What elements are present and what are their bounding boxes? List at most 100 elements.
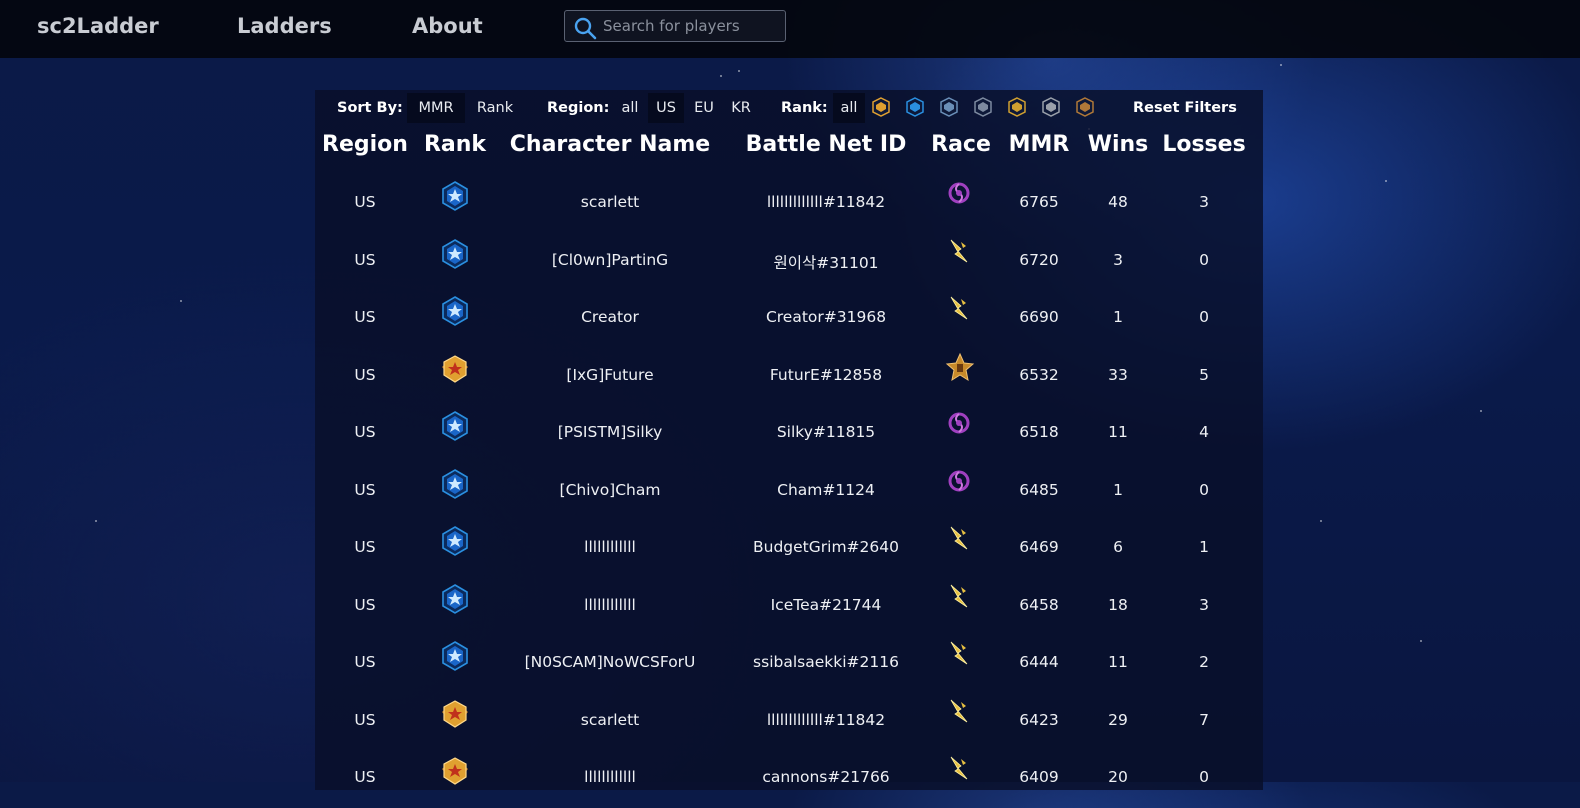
sort-by-label: Sort By: — [337, 100, 403, 116]
mmr-cell: 6765 — [1019, 193, 1059, 211]
mmr-cell: 6444 — [1019, 653, 1059, 671]
wins-cell: 18 — [1108, 595, 1128, 614]
table-row[interactable]: US scarlett lllllllllllll#11842 6423 29 7 — [315, 693, 1263, 751]
character-name-cell[interactable]: [PSISTM]Silky — [558, 423, 663, 441]
table-row[interactable]: US llllllllllll IceTea#21744 6458 18 3 — [315, 578, 1263, 636]
character-name-cell[interactable]: scarlett — [581, 711, 639, 729]
diamond-icon[interactable] — [939, 97, 959, 117]
losses-cell: 1 — [1199, 538, 1209, 556]
table-row[interactable]: US [Chivo]Cham Cham#1124 6485 1 0 — [315, 463, 1263, 521]
table-row[interactable]: US Creator Creator#31968 6690 1 0 — [315, 290, 1263, 348]
nav-about-link[interactable]: About — [412, 14, 483, 38]
column-header-mmr[interactable]: MMR — [1009, 132, 1070, 157]
region-all-option[interactable]: all — [615, 93, 645, 123]
character-name-cell[interactable]: Creator — [581, 308, 639, 326]
reset-filters-button[interactable]: Reset Filters — [1133, 100, 1237, 116]
character-name-cell[interactable]: llllllllllll — [584, 538, 636, 556]
region-cell: US — [354, 193, 376, 211]
wins-cell: 33 — [1108, 365, 1128, 384]
mmr-cell: 6518 — [1019, 423, 1059, 441]
sort-rank-option[interactable]: Rank — [471, 93, 519, 123]
gold-icon[interactable] — [1007, 97, 1027, 117]
column-header-battle-net-id[interactable]: Battle Net ID — [746, 132, 907, 157]
wins-cell: 3 — [1113, 250, 1123, 269]
table-row[interactable]: US [Cl0wn]PartinG 원이삭#31101 6720 3 0 — [315, 233, 1263, 291]
region-eu-option[interactable]: EU — [687, 93, 721, 123]
mmr-cell: 6690 — [1019, 308, 1059, 326]
region-kr-option[interactable]: KR — [725, 93, 757, 123]
grandmaster-rank-icon — [439, 698, 471, 730]
table-row[interactable]: US scarlett lllllllllllll#11842 6765 48 3 — [315, 175, 1263, 233]
protoss-race-icon — [945, 582, 977, 614]
battle-net-id-cell: lllllllllllll#11842 — [766, 193, 886, 211]
losses-cell: 0 — [1199, 250, 1209, 269]
region-cell: US — [354, 308, 376, 326]
sort-mmr-option[interactable]: MMR — [407, 93, 465, 123]
brand-link[interactable]: sc2Ladder — [37, 14, 159, 38]
column-header-rank[interactable]: Rank — [424, 132, 486, 157]
platinum-icon[interactable] — [973, 97, 993, 117]
table-row[interactable]: US [PSISTM]Silky Silky#11815 6518 11 4 — [315, 405, 1263, 463]
master-icon[interactable] — [905, 97, 925, 117]
battle-net-id-cell: lllllllllllll#11842 — [766, 710, 886, 729]
table-row[interactable]: US [N0SCAM]NoWCSForU ssibalsaekki#2116 64… — [315, 635, 1263, 693]
grandmaster-icon[interactable] — [871, 97, 891, 117]
bronze-icon[interactable] — [1075, 97, 1095, 117]
grandmaster-rank-icon — [439, 353, 471, 385]
battle-net-id-cell: Cham#1124 — [777, 480, 875, 499]
column-header-region[interactable]: Region — [322, 132, 408, 157]
silver-icon[interactable] — [1041, 97, 1061, 117]
region-cell: US — [354, 768, 376, 786]
table-row[interactable]: US llllllllllll cannons#21766 6409 20 0 — [315, 750, 1263, 808]
character-name-cell[interactable]: llllllllllll — [584, 768, 636, 786]
character-name-cell[interactable]: scarlett — [581, 193, 639, 211]
column-header-race[interactable]: Race — [931, 132, 991, 157]
losses-cell: 4 — [1199, 423, 1209, 441]
region-us-option[interactable]: US — [648, 93, 684, 123]
table-row[interactable]: US llllllllllll BudgetGrim#2640 6469 6 1 — [315, 520, 1263, 578]
losses-cell: 3 — [1199, 595, 1209, 614]
wins-cell: 29 — [1108, 710, 1128, 729]
terran-race-icon — [945, 352, 977, 384]
ladder-panel: Sort By: MMR Rank Region: all US EU KR R… — [315, 90, 1263, 790]
region-cell: US — [354, 250, 376, 269]
mmr-cell: 6720 — [1019, 250, 1059, 269]
battle-net-id-cell: FuturE#12858 — [769, 365, 883, 384]
wins-cell: 20 — [1108, 768, 1128, 786]
battle-net-id-cell: IceTea#21744 — [770, 595, 882, 614]
region-cell: US — [354, 710, 376, 729]
losses-cell: 2 — [1199, 653, 1209, 671]
battle-net-id-cell: 원이삭#31101 — [773, 253, 879, 272]
table-row[interactable]: US [IxG]Future FuturE#12858 6532 33 5 — [315, 348, 1263, 406]
protoss-race-icon — [945, 294, 977, 326]
column-header-wins[interactable]: Wins — [1088, 132, 1149, 157]
battle-net-id-cell: BudgetGrim#2640 — [753, 538, 899, 556]
wins-cell: 1 — [1113, 480, 1123, 499]
region-cell: US — [354, 365, 376, 384]
column-header-losses[interactable]: Losses — [1162, 132, 1245, 157]
mmr-cell: 6423 — [1019, 710, 1059, 729]
losses-cell: 0 — [1199, 480, 1209, 499]
protoss-race-icon — [945, 524, 977, 556]
character-name-cell[interactable]: [IxG]Future — [566, 366, 653, 384]
character-name-cell[interactable]: [Chivo]Cham — [560, 481, 661, 499]
nav-ladders-link[interactable]: Ladders — [237, 14, 332, 38]
protoss-race-icon — [945, 754, 977, 786]
top-navbar: sc2Ladder Ladders About — [0, 0, 1580, 58]
mmr-cell: 6485 — [1019, 480, 1059, 499]
column-header-character-name[interactable]: Character Name — [510, 132, 710, 157]
losses-cell: 3 — [1199, 193, 1209, 211]
battle-net-id-cell: ssibalsaekki#2116 — [753, 653, 899, 671]
master-rank-icon — [439, 238, 471, 270]
master-rank-icon — [439, 583, 471, 615]
search-icon — [574, 17, 597, 40]
protoss-race-icon — [945, 697, 977, 729]
region-cell: US — [354, 538, 376, 556]
character-name-cell[interactable]: [N0SCAM]NoWCSForU — [525, 653, 696, 671]
character-name-cell[interactable]: llllllllllll — [584, 596, 636, 614]
wins-cell: 11 — [1108, 423, 1128, 441]
search-input[interactable] — [603, 15, 779, 37]
rank-all-option[interactable]: all — [833, 93, 865, 123]
wins-cell: 48 — [1108, 193, 1128, 211]
character-name-cell[interactable]: [Cl0wn]PartinG — [552, 251, 668, 269]
